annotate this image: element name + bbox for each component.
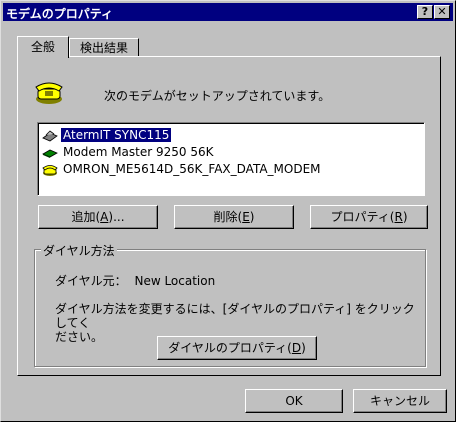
dial-from-label: ダイヤル元：: [55, 274, 127, 288]
add-button-tail: )...: [108, 210, 125, 224]
add-button[interactable]: 追加(A)...: [38, 205, 158, 229]
dialing-group-title: ダイヤル方法: [41, 242, 117, 259]
properties-button-tail: ): [402, 210, 408, 224]
list-item[interactable]: Modem Master 9250 56K: [42, 144, 216, 160]
tab-detection-results-label: 検出結果: [79, 41, 128, 55]
ok-button-label: OK: [285, 394, 303, 408]
dialing-properties-button-accel: D: [291, 341, 302, 355]
dialing-properties-button-label: ダイヤルのプロパティ(: [168, 341, 292, 355]
dialing-properties-button-tail: ): [301, 341, 306, 355]
general-tab-panel: 次のモデムがセットアップされています。 AtermIT SYNC115 Mode…: [17, 56, 441, 376]
modem-name: Modem Master 9250 56K: [63, 145, 214, 159]
properties-button[interactable]: プロパティ(R): [310, 205, 428, 229]
add-button-label: 追加(: [71, 210, 101, 224]
delete-button[interactable]: 削除(E): [174, 205, 294, 229]
modem-properties-window: モデムのプロパティ ? ✕ 全般 検出結果 次のモデムがセットアップされています…: [0, 0, 456, 422]
delete-button-accel: E: [242, 210, 250, 224]
phone-icon: [35, 82, 63, 104]
dial-from-value: New Location: [134, 274, 216, 288]
list-item[interactable]: AtermIT SYNC115: [42, 127, 173, 143]
modem-green-icon: [42, 149, 58, 158]
properties-button-label: プロパティ(: [330, 210, 395, 224]
intro-text: 次のモデムがセットアップされています。: [104, 89, 331, 103]
cancel-button[interactable]: キャンセル: [353, 389, 447, 413]
tab-general-label: 全般: [30, 40, 55, 54]
close-button[interactable]: ✕: [434, 5, 450, 19]
dial-instruction-line1: ダイヤル方法を変更するには、[ダイヤルのプロパティ] をクリックしてく: [55, 302, 415, 330]
dialing-group: ダイヤル方法 ダイヤル元： New Location ダイヤル方法を変更するには…: [34, 242, 426, 367]
cancel-button-label: キャンセル: [369, 394, 430, 408]
tab-detection-results[interactable]: 検出結果: [69, 38, 139, 57]
modem-name: AtermIT SYNC115: [59, 127, 173, 143]
delete-button-label: 削除(: [213, 210, 243, 224]
phone-icon: [42, 164, 58, 176]
ok-button[interactable]: OK: [245, 389, 343, 413]
list-item[interactable]: OMRON_ME5614D_56K_FAX_DATA_MODEM: [42, 161, 323, 177]
tab-general[interactable]: 全般: [17, 36, 69, 58]
dial-from-row: ダイヤル元： New Location: [55, 272, 215, 289]
dialing-properties-button[interactable]: ダイヤルのプロパティ(D): [157, 336, 317, 360]
delete-button-tail: ): [249, 210, 255, 224]
modem-gray-icon: [42, 129, 58, 141]
modem-list[interactable]: AtermIT SYNC115 Modem Master 9250 56K OM…: [37, 122, 425, 196]
modem-name: OMRON_ME5614D_56K_FAX_DATA_MODEM: [63, 162, 321, 176]
properties-button-accel: R: [394, 210, 403, 224]
help-button[interactable]: ?: [417, 5, 433, 19]
title-bar[interactable]: モデムのプロパティ ? ✕: [3, 3, 453, 21]
window-title: モデムのプロパティ: [6, 7, 114, 21]
